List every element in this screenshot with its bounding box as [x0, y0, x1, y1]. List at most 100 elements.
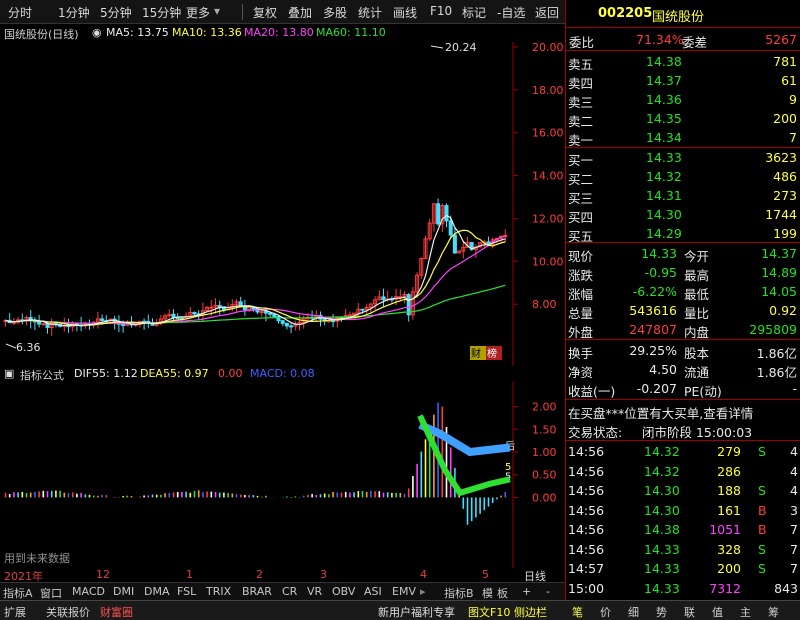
- tab-vr[interactable]: VR: [307, 585, 322, 598]
- stat-row[interactable]: 外盘 247807 内盘 295809: [566, 320, 800, 340]
- stat-row[interactable]: 涨幅 -6.22% 最低 14.05: [566, 282, 800, 302]
- tick-price: 14.33: [644, 580, 680, 596]
- tab-window[interactable]: 窗口: [40, 585, 62, 601]
- related-quote-button[interactable]: 关联报价: [46, 604, 90, 620]
- stat-row[interactable]: 换手 29.25% 股本 1.86亿: [566, 341, 800, 361]
- tab-5min[interactable]: 5分钟: [100, 4, 132, 21]
- tab-price[interactable]: 价: [600, 604, 611, 620]
- tab-trades[interactable]: 笔: [572, 604, 583, 620]
- tab-asi[interactable]: ASI: [364, 585, 382, 598]
- expand-icon[interactable]: ◉: [92, 26, 102, 39]
- zoom-out-button[interactable]: -: [546, 585, 550, 598]
- tab-brar[interactable]: BRAR: [242, 585, 272, 598]
- tab-fenshi[interactable]: 分时: [8, 4, 32, 21]
- tabs-scroll-icon[interactable]: ▸: [420, 585, 426, 598]
- tick-row[interactable]: 14:56 14.32 279 S 4: [566, 442, 800, 461]
- stat-value: 543616: [629, 303, 677, 318]
- order-volume: 9: [789, 92, 797, 107]
- tab-more[interactable]: 更多: [186, 4, 210, 21]
- price-axis-label: 14.00: [532, 170, 564, 183]
- chevron-down-icon[interactable]: ▾: [214, 4, 220, 18]
- tab-emv[interactable]: EMV: [392, 585, 416, 598]
- macd-chart[interactable]: 2.00 1.50 1.00 0.50 0.00 后 5 5 用到未来数据: [0, 382, 565, 568]
- tick-row[interactable]: 14:57 14.33 200 S 7: [566, 559, 800, 578]
- tab-15min[interactable]: 15分钟: [142, 4, 181, 21]
- tick-time: 14:56: [568, 444, 605, 459]
- sidebar-button[interactable]: 侧边栏: [514, 604, 547, 620]
- price-axis-label: 8.00: [532, 298, 557, 311]
- sell-level-row[interactable]: 卖一 14.34 7: [566, 128, 800, 148]
- macd-axis-label: 2.00: [532, 401, 557, 414]
- sell-level-row[interactable]: 卖三 14.36 9: [566, 90, 800, 110]
- buy-level-row[interactable]: 买五 14.29 199: [566, 224, 800, 244]
- stock-title[interactable]: 国统股份(日线): [4, 26, 79, 42]
- tab-chips[interactable]: 筹: [768, 604, 779, 620]
- fuquan-button[interactable]: 复权: [253, 4, 277, 21]
- tab-fsl[interactable]: FSL: [177, 585, 196, 598]
- new-user-promo[interactable]: 新用户福利专享: [378, 604, 455, 620]
- tab-template[interactable]: 模: [482, 585, 493, 601]
- tab-obv[interactable]: OBV: [332, 585, 355, 598]
- back-button[interactable]: 返回: [535, 4, 559, 21]
- tab-dmi[interactable]: DMI: [113, 585, 134, 598]
- price-axis-label: 20.00: [532, 42, 564, 54]
- f10-button[interactable]: F10: [430, 4, 452, 18]
- tab-1min[interactable]: 1分钟: [58, 4, 90, 21]
- buy-level-row[interactable]: 买一 14.33 3623: [566, 148, 800, 168]
- kline-chart[interactable]: 20.00 18.00 16.00 14.00 12.00 10.00 8.00 20.24…: [0, 41, 565, 366]
- tab-indicator-a[interactable]: 指标A: [3, 585, 33, 601]
- stat-row[interactable]: 涨跌 -0.95 最高 14.89: [566, 263, 800, 283]
- collapse-icon[interactable]: ▣: [4, 367, 14, 380]
- order-price: 14.35: [646, 111, 682, 126]
- zoom-in-button[interactable]: +: [522, 585, 531, 598]
- quote-header: 002205 国统股份: [566, 0, 800, 28]
- stat-value: 295809: [749, 322, 797, 337]
- sell-level-row[interactable]: 卖四 14.37 61: [566, 71, 800, 91]
- tab-cr[interactable]: CR: [282, 585, 297, 598]
- mark-button[interactable]: 标记: [462, 4, 486, 21]
- stat-row[interactable]: 净资 4.50 流通 1.86亿: [566, 360, 800, 380]
- stats-button[interactable]: 统计: [358, 4, 382, 21]
- date-tick: 5: [482, 568, 489, 581]
- tab-board[interactable]: 板: [497, 585, 508, 601]
- tick-row[interactable]: 14:56 14.33 328 S 7: [566, 540, 800, 559]
- tab-detail[interactable]: 细: [628, 604, 639, 620]
- overlay-button[interactable]: 叠加: [288, 4, 312, 21]
- stat-row[interactable]: 收益(一) -0.207 PE(动) -: [566, 379, 800, 399]
- tab-dma[interactable]: DMA: [144, 585, 170, 598]
- buy-level-row[interactable]: 买四 14.30 1744: [566, 205, 800, 225]
- tick-row[interactable]: 14:56 14.30 188 S 4: [566, 481, 800, 500]
- chart-header: 国统股份(日线) ◉ MA5: 13.75 MA10: 13.36 MA20: …: [0, 24, 565, 42]
- candle: [11, 321, 16, 324]
- buy-level-row[interactable]: 买二 14.32 486: [566, 167, 800, 187]
- indicator-name[interactable]: 指标公式: [20, 367, 64, 383]
- tick-price: 14.33: [644, 561, 680, 576]
- sell-level-row[interactable]: 卖五 14.38 781: [566, 52, 800, 72]
- stat-row[interactable]: 总量 543616 量比 0.92: [566, 301, 800, 321]
- tab-main[interactable]: 主: [740, 604, 751, 620]
- bottom-bar: 扩展 关联报价 财富圈 新用户福利专享 图文F10 侧边栏 笔 价 细 势 联 …: [0, 600, 800, 620]
- tab-trend[interactable]: 势: [656, 604, 667, 620]
- tick-row[interactable]: 15:00 14.33 7312 843: [566, 579, 800, 598]
- graphic-f10-button[interactable]: 图文F10: [468, 604, 510, 620]
- watchlist-button[interactable]: -自选: [497, 4, 525, 21]
- stat-row[interactable]: 现价 14.33 今开 14.37: [566, 244, 800, 264]
- buy-level-row[interactable]: 买三 14.31 273: [566, 186, 800, 206]
- big-order-notice[interactable]: 在买盘***位置有大买单,查看详情: [566, 401, 800, 421]
- multi-stock-button[interactable]: 多股: [323, 4, 347, 21]
- sell-level-row[interactable]: 卖二 14.35 200: [566, 109, 800, 129]
- order-price: 14.38: [646, 54, 682, 69]
- expand-button[interactable]: 扩展: [4, 604, 26, 620]
- tab-trix[interactable]: TRIX: [206, 585, 231, 598]
- wealth-circle-button[interactable]: 财富圈: [100, 604, 133, 620]
- tick-row[interactable]: 14:56 14.32 286 4: [566, 462, 800, 481]
- tab-indicator-b[interactable]: 指标B: [444, 585, 474, 601]
- draw-line-button[interactable]: 画线: [393, 4, 417, 21]
- tick-row[interactable]: 14:56 14.30 161 B 3: [566, 501, 800, 520]
- tick-row[interactable]: 14:56 14.38 1051 B 7: [566, 520, 800, 539]
- tab-value[interactable]: 值: [712, 604, 723, 620]
- tab-link[interactable]: 联: [684, 604, 695, 620]
- tab-macd[interactable]: MACD: [72, 585, 105, 598]
- indicator-tabs: 指标A 窗口 MACD DMI DMA FSL TRIX BRAR CR VR …: [0, 582, 565, 600]
- candle: [121, 323, 126, 326]
